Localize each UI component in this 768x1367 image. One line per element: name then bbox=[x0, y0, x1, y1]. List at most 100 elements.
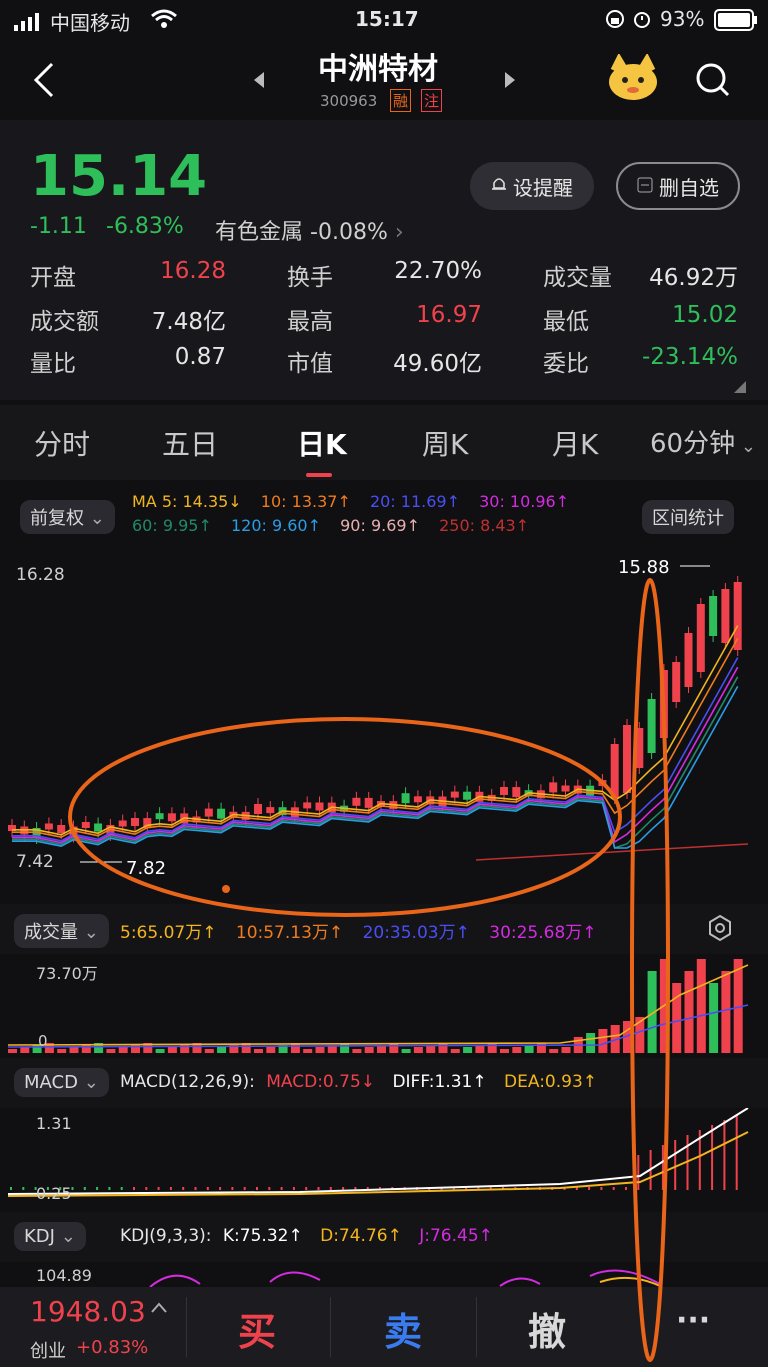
kdj-dropdown[interactable]: KDJ ⌄ bbox=[14, 1222, 86, 1251]
stat-label: 委比 bbox=[543, 351, 589, 377]
volume-bar bbox=[709, 983, 719, 1053]
vol-ma20: 20:35.03万↑ bbox=[362, 923, 470, 943]
stat-label: 换手 bbox=[287, 265, 333, 291]
adjust-dropdown[interactable]: 前复权 ⌄ bbox=[20, 500, 115, 534]
set-alert-button[interactable]: 设提醒 bbox=[470, 162, 594, 210]
next-stock-icon[interactable] bbox=[503, 70, 517, 94]
macd-histogram-bar bbox=[268, 1187, 271, 1190]
volume-bar bbox=[106, 1049, 116, 1053]
macd-histogram-bar bbox=[612, 1187, 615, 1190]
volume-bar bbox=[500, 1049, 509, 1053]
candle-body bbox=[364, 797, 373, 808]
macd-histogram-bar bbox=[305, 1187, 308, 1190]
y-axis-top: 16.28 bbox=[16, 565, 65, 585]
chevron-down-icon: ⌄ bbox=[54, 1226, 76, 1247]
mascot-icon[interactable] bbox=[605, 52, 661, 106]
index-value[interactable]: 1948.03 bbox=[30, 1295, 146, 1328]
volume-bar bbox=[20, 1047, 30, 1053]
y-axis-bottom: 7.42 bbox=[16, 852, 54, 872]
macd-histogram-bar bbox=[219, 1187, 222, 1190]
candle-body bbox=[647, 699, 656, 753]
stat-value: -23.14% bbox=[642, 344, 738, 370]
macd-histogram-bar bbox=[600, 1187, 603, 1190]
status-bar: 中国移动 15:17 93% bbox=[0, 0, 768, 40]
candle-body bbox=[721, 589, 730, 643]
sector-link[interactable]: 有色金属 -0.08% › bbox=[215, 214, 404, 246]
volume-bar bbox=[57, 1049, 67, 1053]
settings-icon[interactable] bbox=[706, 914, 734, 946]
volume-dropdown[interactable]: 成交量 ⌄ bbox=[14, 914, 109, 948]
macd-histogram-bar bbox=[108, 1187, 111, 1190]
chevron-up-icon[interactable] bbox=[150, 1299, 168, 1318]
volume-bar bbox=[549, 1049, 559, 1053]
volume-y-zero: 0 bbox=[38, 1032, 48, 1050]
tab-minute[interactable]: 分时 bbox=[34, 423, 90, 463]
tab-weekly-k[interactable]: 周K bbox=[422, 423, 468, 463]
kdj-y-top: 104.89 bbox=[36, 1266, 92, 1285]
ma60-value: 60: 9.95↑ bbox=[132, 516, 212, 535]
price-change: -1.11 bbox=[30, 214, 87, 239]
buy-button[interactable]: 买 bbox=[238, 1301, 276, 1356]
macd-histogram-bar bbox=[588, 1187, 591, 1190]
trade-bar: 1948.03 创业 +0.83% 买 卖 撤 ··· bbox=[0, 1287, 768, 1367]
remove-watchlist-button[interactable]: 删自选 bbox=[616, 162, 740, 210]
stat-label: 最高 bbox=[287, 309, 333, 335]
volume-bar bbox=[696, 959, 706, 1053]
price-change-pct: -6.83% bbox=[106, 214, 184, 239]
macd-histogram-bar bbox=[342, 1187, 345, 1190]
volume-ma-legend: 5:65.07万↑ 10:57.13万↑ 20:35.03万↑ 30:25.68… bbox=[120, 918, 611, 943]
cancel-order-button[interactable]: 撤 bbox=[528, 1301, 566, 1356]
stat-label: 最低 bbox=[543, 309, 589, 335]
low-price-label: 7.82 bbox=[126, 858, 167, 879]
macd-histogram-bar bbox=[231, 1187, 234, 1190]
volume-label: 成交量 bbox=[24, 922, 78, 943]
kdj-chart[interactable] bbox=[0, 1262, 768, 1287]
back-icon[interactable] bbox=[30, 60, 58, 104]
candle-body bbox=[94, 823, 103, 832]
candle-body bbox=[610, 744, 619, 798]
vol-ma30: 30:25.68万↑ bbox=[489, 923, 597, 943]
last-price: 15.14 bbox=[30, 144, 208, 209]
stat-value: 49.60亿 bbox=[393, 351, 482, 377]
volume-chart[interactable] bbox=[0, 955, 768, 1055]
candle-body bbox=[413, 796, 422, 803]
tab-monthly-k[interactable]: 月K bbox=[552, 423, 598, 463]
candle-body bbox=[672, 662, 681, 702]
tab-60min[interactable]: 60分钟 ⌄ bbox=[650, 423, 756, 460]
d-value: D:74.76↑ bbox=[320, 1226, 402, 1246]
macd-histogram-bar bbox=[10, 1187, 12, 1190]
sell-button[interactable]: 卖 bbox=[384, 1301, 422, 1356]
kline-chart[interactable] bbox=[0, 548, 768, 898]
stat-value: 16.97 bbox=[416, 302, 482, 328]
interval-stats-button[interactable]: 区间统计 bbox=[642, 500, 734, 534]
macd-chart[interactable] bbox=[0, 1108, 768, 1212]
search-icon[interactable] bbox=[695, 62, 731, 102]
candle-body bbox=[204, 808, 213, 817]
macd-params: MACD(12,26,9): bbox=[120, 1072, 255, 1092]
macd-histogram-bar bbox=[292, 1187, 295, 1190]
more-button[interactable]: ··· bbox=[676, 1303, 710, 1338]
sector-pct: -0.08% bbox=[310, 220, 388, 245]
volume-bar bbox=[561, 1047, 571, 1053]
index-pct: +0.83% bbox=[76, 1337, 149, 1358]
macd-histogram-bar bbox=[71, 1187, 74, 1190]
ma30-value: 30: 10.96↑ bbox=[479, 492, 570, 511]
tab-daily-k[interactable]: 日K bbox=[297, 423, 347, 463]
macd-dropdown[interactable]: MACD ⌄ bbox=[14, 1068, 109, 1097]
macd-value: MACD:0.75↓ bbox=[266, 1072, 376, 1092]
candle-body bbox=[57, 825, 66, 833]
prev-stock-icon[interactable] bbox=[252, 70, 266, 94]
candle-body bbox=[684, 633, 693, 687]
expand-corner-icon[interactable] bbox=[734, 378, 746, 397]
macd-histogram-bar bbox=[723, 1120, 726, 1190]
vol-ma5: 5:65.07万↑ bbox=[120, 923, 217, 943]
volume-y-top: 73.70万 bbox=[36, 964, 98, 983]
volume-bar bbox=[352, 1049, 362, 1053]
alarm-icon bbox=[632, 9, 652, 34]
set-alert-label: 设提醒 bbox=[513, 175, 573, 200]
volume-bar bbox=[598, 1029, 608, 1053]
candle-body bbox=[598, 780, 607, 786]
volume-bar bbox=[721, 971, 731, 1053]
wifi-icon bbox=[150, 8, 178, 35]
tab-five-day[interactable]: 五日 bbox=[162, 423, 218, 463]
